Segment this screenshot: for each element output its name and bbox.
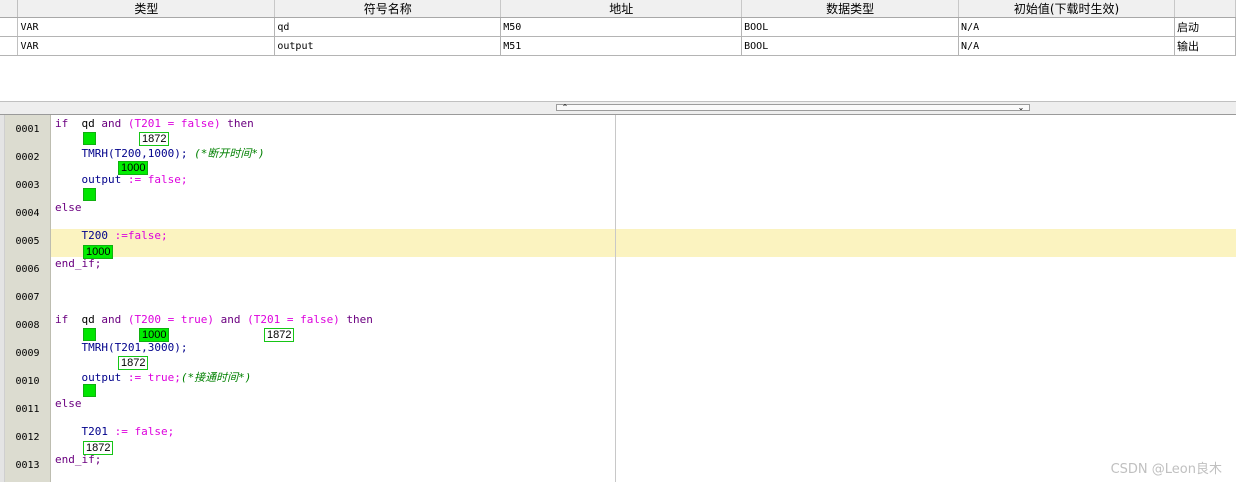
cell-symbol-name[interactable]: output	[274, 36, 502, 56]
monitor-qd-status	[83, 132, 96, 145]
line-number: 0012	[15, 432, 40, 443]
line-number: 0013	[15, 460, 40, 471]
monitor-t201-value: 1872	[264, 328, 295, 342]
column-header-address[interactable]: 地址	[500, 0, 743, 18]
line-number: 0005	[15, 236, 40, 247]
panel-splitter[interactable]: ⌃ ⌄	[0, 101, 1236, 115]
monitor-output-status	[83, 188, 96, 201]
cell-initial-value[interactable]: N/A	[958, 36, 1175, 56]
column-header-data-type[interactable]: 数据类型	[741, 0, 960, 18]
current-line-highlight	[51, 229, 1236, 257]
variable-table: 类型 符号名称 地址 数据类型 初始值(下载时生效) VAR qd M50 BO…	[0, 0, 1236, 56]
column-header-type[interactable]: 类型	[17, 0, 276, 18]
cell-address[interactable]: M51	[500, 36, 743, 56]
code-line-9[interactable]: TMRH(T201,3000);	[55, 341, 188, 355]
code-line-10[interactable]: output := true;(*接通时间*)	[55, 369, 252, 384]
gutter-divider	[50, 115, 51, 482]
row-header[interactable]	[0, 36, 19, 56]
row-header-corner	[0, 0, 19, 18]
line-number: 0001	[15, 124, 40, 135]
code-line-12[interactable]: T201 := false;	[55, 425, 175, 439]
collapse-down-icon[interactable]: ⌄	[1015, 104, 1027, 112]
row-header[interactable]	[0, 17, 19, 37]
code-line-6[interactable]: end_if;	[55, 257, 101, 271]
code-line-8[interactable]: if qd and (T200 = true) and (T201 = fals…	[55, 313, 373, 327]
code-line-1[interactable]: if qd and (T201 = false) then	[55, 117, 254, 131]
line-number: 0007	[15, 292, 40, 303]
table-header-row: 类型 符号名称 地址 数据类型 初始值(下载时生效)	[0, 0, 1236, 18]
monitor-output-status	[83, 384, 96, 397]
line-number: 0004	[15, 208, 40, 219]
column-header-symbol-name[interactable]: 符号名称	[274, 0, 502, 18]
code-line-13[interactable]: end_if;	[55, 453, 101, 467]
cell-symbol-name[interactable]: qd	[274, 17, 502, 37]
cell-data-type[interactable]: BOOL	[741, 17, 960, 37]
column-header-comment[interactable]	[1174, 0, 1236, 18]
splitter-grip[interactable]: ⌃ ⌄	[556, 104, 1030, 112]
st-code-editor[interactable]: 0001 0002 0003 0004 0005 0006 0007 0008 …	[0, 115, 1236, 482]
line-number: 0011	[15, 404, 40, 415]
column-header-initial-value[interactable]: 初始值(下载时生效)	[958, 0, 1175, 18]
monitor-t201-value: 1872	[118, 356, 149, 370]
cell-type[interactable]: VAR	[17, 36, 276, 56]
cell-address[interactable]: M50	[500, 17, 743, 37]
line-number: 0008	[15, 320, 40, 331]
code-line-2[interactable]: TMRH(T200,1000); (*断开时间*)	[55, 145, 265, 160]
code-line-4[interactable]: else	[55, 201, 82, 215]
code-line-11[interactable]: else	[55, 397, 82, 411]
cell-comment[interactable]: 输出	[1174, 36, 1236, 56]
monitor-t201-value: 1872	[139, 132, 170, 146]
line-number: 0010	[15, 376, 40, 387]
monitor-column-divider	[615, 115, 616, 482]
monitor-t200-value: 1000	[139, 328, 170, 342]
variable-table-panel: 类型 符号名称 地址 数据类型 初始值(下载时生效) VAR qd M50 BO…	[0, 0, 1236, 101]
line-number: 0003	[15, 180, 40, 191]
line-number: 0002	[15, 152, 40, 163]
csdn-watermark: CSDN @Leon良木	[1110, 462, 1222, 477]
line-number: 0006	[15, 264, 40, 275]
collapse-up-icon[interactable]: ⌃	[559, 104, 571, 112]
cell-data-type[interactable]: BOOL	[741, 36, 960, 56]
line-number-gutter: 0001 0002 0003 0004 0005 0006 0007 0008 …	[5, 115, 50, 482]
code-line-3[interactable]: output := false;	[55, 173, 188, 187]
table-row[interactable]: VAR qd M50 BOOL N/A 启动	[0, 17, 1236, 37]
code-line-5[interactable]: T200 :=false;	[55, 229, 168, 243]
cell-initial-value[interactable]: N/A	[958, 17, 1175, 37]
cell-type[interactable]: VAR	[17, 17, 276, 37]
line-number: 0009	[15, 348, 40, 359]
table-row[interactable]: VAR output M51 BOOL N/A 输出	[0, 36, 1236, 56]
monitor-qd-status	[83, 328, 96, 341]
cell-comment[interactable]: 启动	[1174, 17, 1236, 37]
